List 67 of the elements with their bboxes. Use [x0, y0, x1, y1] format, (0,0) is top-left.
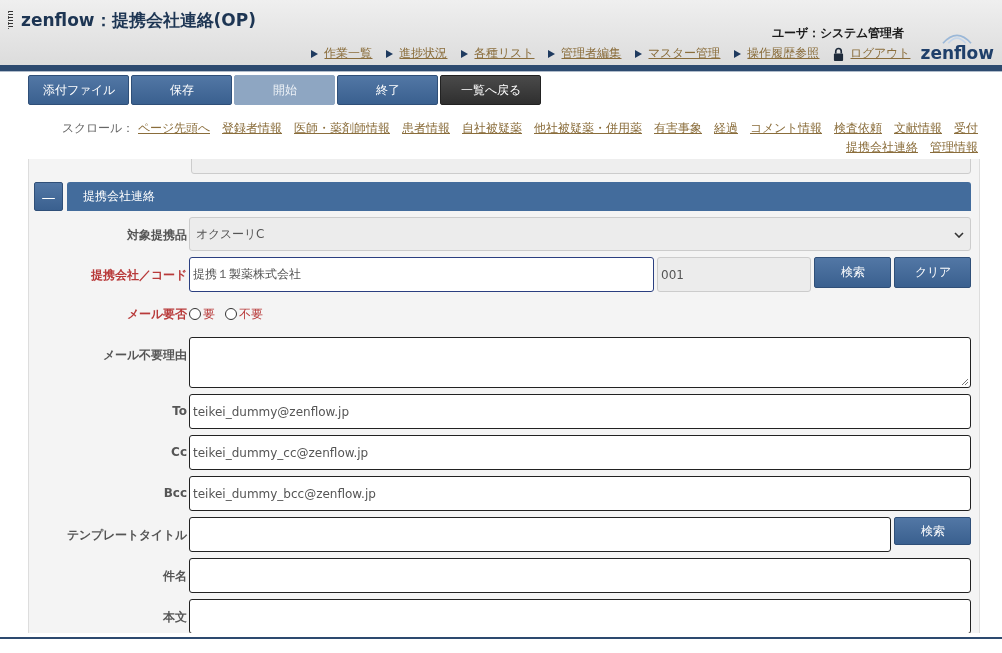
field-label: 提携会社／コード: [90, 267, 188, 284]
text-area[interactable]: [189, 337, 971, 388]
code-field[interactable]: 001: [657, 257, 811, 292]
field-label: テンプレートタイトル: [66, 527, 188, 544]
scroll-link[interactable]: ページ先頭へ: [138, 120, 210, 137]
scroll-link[interactable]: 有害事象: [654, 120, 702, 137]
triangle-icon: [386, 49, 394, 58]
scroll-link[interactable]: 患者情報: [402, 120, 450, 137]
scroll-link[interactable]: 他社被疑薬・併用薬: [534, 120, 642, 137]
section-header: 提携会社連絡: [67, 182, 971, 211]
logo: zenflow: [920, 31, 994, 62]
input-field[interactable]: [189, 517, 891, 552]
nav-link[interactable]: 管理者編集: [561, 45, 622, 62]
scroll-link[interactable]: コメント情報: [750, 120, 822, 137]
nav-link[interactable]: マスター管理: [648, 45, 721, 62]
field-label: メール要否: [126, 306, 188, 323]
user-label: ユーザ：システム管理者: [772, 25, 905, 42]
scroll-link[interactable]: 医師・薬剤師情報: [294, 120, 390, 137]
nav-link[interactable]: 操作履歴参照: [747, 45, 820, 62]
triangle-icon: [548, 49, 556, 58]
input-field[interactable]: [189, 558, 971, 593]
dropdown[interactable]: オクスーリC: [189, 217, 971, 251]
scroll-link[interactable]: 登録者情報: [222, 120, 282, 137]
scroll-link[interactable]: 提携会社連絡: [846, 139, 918, 156]
scroll-label: スクロール：: [62, 120, 134, 137]
input-field[interactable]: teikei_dummy@zenflow.jp: [189, 394, 971, 429]
radio-button[interactable]: [189, 308, 201, 320]
resize-handle-icon[interactable]: [961, 378, 969, 386]
lock-icon: [833, 46, 845, 61]
nav-link[interactable]: 進捗状況: [399, 45, 448, 62]
nav-link[interactable]: 作業一覧: [324, 45, 373, 62]
triangle-icon: [734, 49, 742, 58]
input-field[interactable]: 提携１製薬株式会社: [189, 257, 654, 292]
collapse-button[interactable]: —: [34, 182, 63, 211]
scroll-link[interactable]: 文献情報: [894, 120, 942, 137]
field-label: Bcc: [162, 485, 188, 502]
scroll-link[interactable]: 管理情報: [930, 139, 978, 156]
field-label: Cc: [170, 444, 188, 461]
scroll-link[interactable]: 自社被疑薬: [462, 120, 522, 137]
toolbar-button[interactable]: 終了: [337, 75, 438, 105]
page-title: zenflow：提携会社連絡(OP): [21, 8, 256, 32]
input-field[interactable]: teikei_dummy_bcc@zenflow.jp: [189, 476, 971, 511]
field-button[interactable]: クリア: [894, 257, 971, 288]
triangle-icon: [461, 49, 469, 58]
nav-link[interactable]: ログアウト: [850, 45, 911, 62]
triangle-icon: [311, 49, 319, 58]
scroll-link[interactable]: 検査依頼: [834, 120, 882, 137]
toolbar-button[interactable]: 添付ファイル: [28, 75, 129, 105]
toolbar-button[interactable]: 保存: [131, 75, 232, 105]
field-label: 件名: [162, 568, 188, 585]
field-label: 対象提携品: [126, 227, 188, 244]
field-button[interactable]: 検索: [814, 257, 891, 288]
radio-button[interactable]: [225, 308, 237, 320]
field-label: To: [171, 403, 188, 420]
toolbar-button[interactable]: 一覧へ戻る: [440, 75, 541, 105]
input-field[interactable]: teikei_dummy_cc@zenflow.jp: [189, 435, 971, 470]
scroll-link[interactable]: 受付: [954, 120, 978, 137]
radio-label[interactable]: 不要: [239, 306, 263, 323]
field-label: メール不要理由: [102, 347, 188, 364]
triangle-icon: [635, 49, 643, 58]
grip-icon: [8, 11, 13, 29]
field-label: 本文: [162, 609, 188, 626]
scroll-link[interactable]: 経過: [714, 120, 738, 137]
radio-label[interactable]: 要: [203, 306, 215, 323]
input-field[interactable]: [189, 599, 971, 633]
nav-link[interactable]: 各種リスト: [474, 45, 535, 62]
field-button[interactable]: 検索: [894, 517, 971, 545]
